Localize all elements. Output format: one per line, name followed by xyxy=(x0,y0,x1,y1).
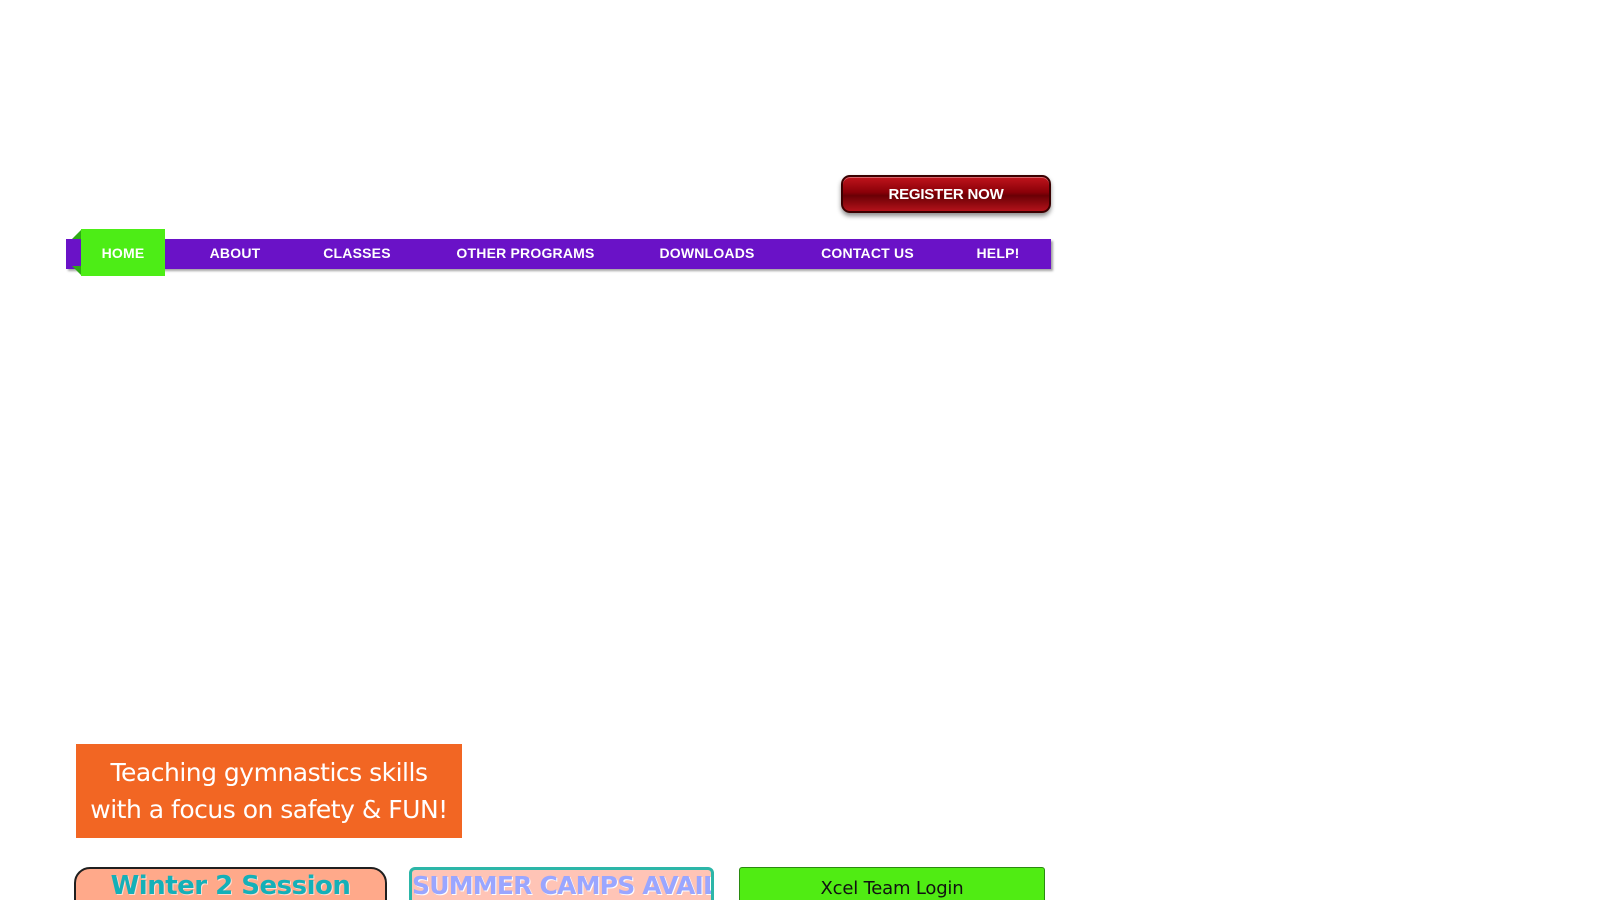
nav-item-about[interactable]: ABOUT xyxy=(165,238,305,268)
nav-item-help[interactable]: HELP! xyxy=(963,238,1033,268)
nav-item-label: OTHER PROGRAMS xyxy=(456,244,595,261)
main-nav: HOME ABOUT CLASSES OTHER PROGRAMS DOWNLO… xyxy=(81,229,1033,276)
nav-item-label: CONTACT US xyxy=(821,244,914,261)
nav-item-label: DOWNLOADS xyxy=(659,244,755,261)
xcel-team-login-title: Xcel Team Login xyxy=(820,878,964,899)
nav-item-label: ABOUT xyxy=(209,244,261,261)
nav-item-classes[interactable]: CLASSES xyxy=(305,238,409,268)
nav-item-label: CLASSES xyxy=(323,244,391,261)
summer-camps-title: SUMMER CAMPS AVAILABLE xyxy=(412,871,711,900)
register-now-button[interactable]: REGISTER NOW xyxy=(841,175,1051,213)
xcel-team-login-card[interactable]: Xcel Team Login xyxy=(739,867,1045,900)
nav-item-downloads[interactable]: DOWNLOADS xyxy=(642,238,772,268)
winter-session-card[interactable]: Winter 2 Session xyxy=(74,867,387,900)
nav-item-label: HOME xyxy=(101,244,145,261)
nav-item-contact-us[interactable]: CONTACT US xyxy=(772,238,963,268)
tagline-text: Teaching gymnastics skills with a focus … xyxy=(90,758,448,824)
nav-item-label: HELP! xyxy=(976,244,1020,261)
nav-item-other-programs[interactable]: OTHER PROGRAMS xyxy=(409,238,642,268)
tagline-banner: Teaching gymnastics skills with a focus … xyxy=(76,744,462,838)
page: REGISTER NOW HOME ABOUT CLASSES OTHER PR… xyxy=(0,0,1600,900)
nav-item-home[interactable]: HOME xyxy=(81,229,165,276)
register-now-label: REGISTER NOW xyxy=(888,185,1004,203)
summer-camps-card[interactable]: SUMMER CAMPS AVAILABLE xyxy=(409,867,714,900)
winter-session-title: Winter 2 Session xyxy=(110,871,351,900)
